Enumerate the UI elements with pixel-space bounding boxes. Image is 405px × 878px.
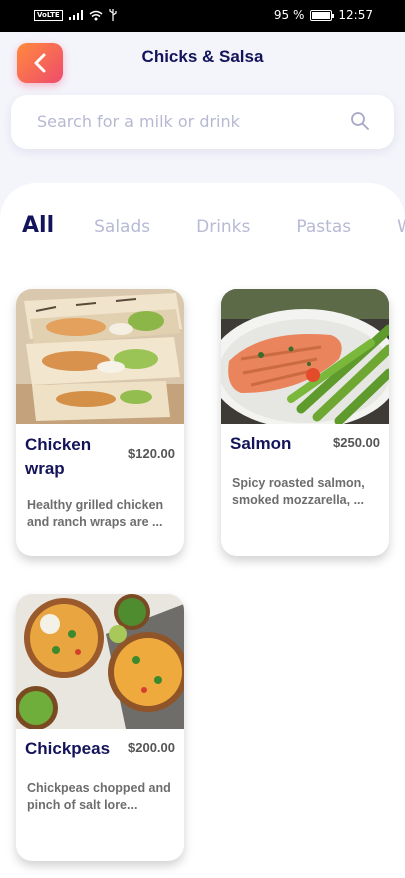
chickpeas-image — [16, 594, 184, 729]
salmon-image — [221, 289, 389, 424]
battery-fill — [312, 11, 330, 19]
item-price: $120.00 — [128, 446, 175, 461]
food-card-chickpeas[interactable]: Chickpeas $200.00 Chickpeas chopped and … — [16, 594, 184, 861]
item-description: Chickpeas chopped and pinch of salt lore… — [27, 781, 171, 812]
tab-pastas[interactable]: Pastas — [296, 217, 351, 237]
battery-percent: 95 % — [273, 8, 305, 22]
chicken-wrap-image — [16, 289, 184, 424]
search-input[interactable] — [37, 112, 337, 131]
food-card-chicken-wrap[interactable]: Chicken wrap $120.00 Healthy grilled chi… — [16, 289, 184, 556]
item-name: Chicken wrap — [25, 435, 92, 478]
item-description: Spicy roasted salmon, smoked mozzarella,… — [232, 476, 365, 507]
page-title: Chicks & Salsa — [141, 47, 264, 66]
usb-icon — [109, 9, 117, 21]
tab-drinks[interactable]: Drinks — [196, 217, 250, 237]
category-tabs: All Salads Drinks Pastas W — [22, 213, 405, 238]
status-right: 95 % 12:57 — [274, 8, 373, 22]
item-description: Healthy grilled chicken and ranch wraps … — [27, 498, 164, 529]
search-icon[interactable] — [350, 111, 370, 131]
signal-icon — [68, 10, 83, 20]
item-price: $250.00 — [333, 435, 380, 450]
tab-salads[interactable]: Salads — [94, 217, 150, 237]
search-bar[interactable] — [11, 95, 394, 149]
food-card-salmon[interactable]: Salmon $250.00 Spicy roasted salmon, smo… — [221, 289, 389, 556]
battery-icon — [310, 9, 335, 21]
item-name: Chickpeas — [25, 739, 111, 758]
status-left: VoLTE — [34, 9, 117, 21]
volte-badge: VoLTE — [34, 9, 63, 21]
status-bar: VoLTE 95 % 12:57 — [0, 0, 405, 32]
item-price: $200.00 — [128, 740, 175, 755]
tab-more[interactable]: W — [397, 217, 405, 237]
clock: 12:57 — [338, 8, 373, 22]
item-name: Salmon — [230, 434, 292, 453]
wifi-icon — [89, 10, 103, 20]
tab-all[interactable]: All — [22, 213, 54, 238]
